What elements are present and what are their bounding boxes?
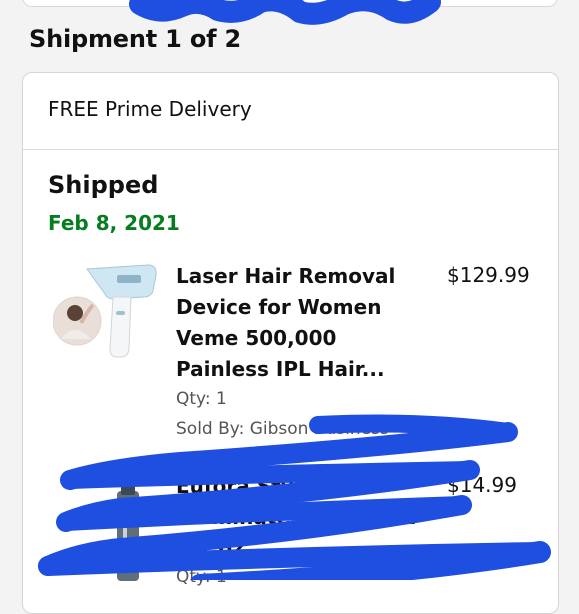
quantity: Qty: 1: [176, 567, 227, 587]
sold-by: Sold By: Gibson Business: [176, 419, 389, 439]
product-title[interactable]: Laser Hair Removal Device for Women Veme…: [176, 261, 421, 385]
product-price: $14.99: [447, 473, 517, 497]
product-image[interactable]: [53, 261, 161, 361]
shipment-card: FREE Prime Delivery Shipped Feb 8, 2021 …: [22, 72, 559, 614]
shipment-heading: Shipment 1 of 2: [29, 25, 242, 53]
quantity: Qty: 1: [176, 389, 227, 409]
divider: [23, 149, 558, 150]
product-title[interactable]: Eufora Style Illuminate Shine Mist 5.1 o…: [176, 471, 421, 564]
previous-card: [22, 0, 558, 7]
shipment-status: Shipped: [48, 171, 159, 199]
delivery-label: FREE Prime Delivery: [48, 97, 252, 121]
product-image[interactable]: [53, 471, 161, 581]
shipped-date: Feb 8, 2021: [48, 211, 180, 235]
product-price: $129.99: [447, 263, 530, 287]
